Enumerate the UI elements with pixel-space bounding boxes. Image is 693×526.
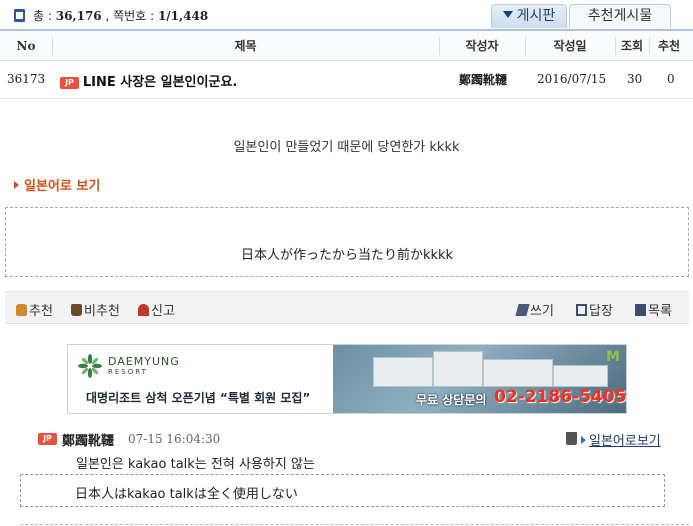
- comment-time: 07-15 16:04:30: [128, 432, 221, 446]
- reply-label: 답장: [589, 304, 613, 319]
- column-views: 조회: [615, 31, 649, 61]
- comment-item: JP 鄭躅靴韆 07-15 16:04:30 일본어로보기 일본인은 kakao…: [20, 426, 689, 526]
- post-count: 총 : 36,176 , 쪽번호 : 1/1,448: [33, 7, 208, 24]
- column-title: 제목: [52, 31, 439, 61]
- not-recommend-button[interactable]: 비추천: [71, 300, 120, 319]
- post-title-link[interactable]: JP LINE 사장은 일본인이군요.: [60, 71, 237, 90]
- view-japanese-label: 일본어로 보기: [24, 179, 101, 194]
- ad-banner[interactable]: DAEMYUNG RESORT 대명리조트 삼척 오픈기념 “특별 회원 모집”…: [67, 344, 627, 414]
- reply-icon: [576, 304, 587, 316]
- siren-icon: [138, 304, 149, 316]
- comment-divider: [20, 524, 689, 525]
- ad-brand-sub: RESORT: [108, 368, 148, 376]
- list-button[interactable]: 목록: [635, 300, 672, 319]
- comment-jp-badge: JP: [38, 433, 57, 445]
- pencil-icon: [515, 304, 530, 316]
- not-recommend-label: 비추천: [84, 304, 120, 319]
- report-button[interactable]: 신고: [138, 300, 175, 319]
- recommend-button[interactable]: 추천: [16, 300, 53, 319]
- board-info-bar: 총 : 36,176 , 쪽번호 : 1/1,448 게시판 추천게시물: [0, 0, 693, 30]
- triangle-right-icon: [581, 436, 586, 444]
- post-author[interactable]: 鄭躅靴韆: [459, 71, 507, 88]
- column-author: 작성자: [439, 31, 525, 61]
- tab-recommended-label: 추천게시물: [587, 8, 653, 24]
- tab-recommended[interactable]: 추천게시물: [569, 4, 671, 28]
- list-label: 목록: [648, 304, 672, 319]
- trash-icon[interactable]: [566, 432, 577, 445]
- ad-headline: 대명리조트 삼척 오픈기념 “특별 회원 모집”: [86, 391, 311, 405]
- list-icon: [635, 304, 646, 316]
- japanese-translation-box: 日本人が作ったから当たり前かkkkk: [5, 207, 689, 277]
- jp-flag-badge: JP: [60, 77, 79, 89]
- post-views: 30: [627, 72, 643, 86]
- post-action-bar: 추천 비추천 신고 쓰기 답장 목록: [5, 291, 689, 324]
- view-japanese-toggle[interactable]: 일본어로 보기: [14, 175, 100, 194]
- total-label: 총 :: [33, 9, 52, 23]
- column-date: 작성일: [525, 31, 615, 61]
- document-icon: [14, 9, 25, 22]
- tab-board[interactable]: 게시판: [491, 4, 567, 28]
- comment-view-japanese-label: 일본어로보기: [589, 434, 661, 449]
- resort-logo-icon: [78, 354, 102, 378]
- comment-author[interactable]: 鄭躅靴韆: [62, 430, 114, 449]
- total-count: 36,176: [55, 9, 102, 23]
- ad-brand: DAEMYUNG: [108, 355, 180, 368]
- post-recommends: 0: [667, 72, 675, 86]
- page-label: , 쪽번호 :: [105, 9, 155, 23]
- post-body-japanese: 日本人が作ったから当たり前かkkkk: [240, 248, 454, 263]
- post-body: 일본인이 만들었기 때문에 당연한가 kkkk: [233, 140, 460, 155]
- ad-phone-number: 02-2186-5405: [494, 387, 627, 407]
- post-title: LINE 사장은 일본인이군요.: [82, 75, 238, 90]
- column-no: No: [16, 39, 36, 53]
- row-no: 36173: [7, 72, 46, 86]
- comment-view-japanese-link[interactable]: 일본어로보기: [581, 430, 661, 449]
- page-value: 1/1,448: [157, 9, 209, 23]
- table-row: 36173 JP LINE 사장은 일본인이군요. 鄭躅靴韆 2016/07/1…: [0, 61, 693, 99]
- post-date: 2016/07/15: [537, 72, 607, 86]
- column-recommends: 추천: [649, 31, 689, 61]
- thumbs-up-icon: [16, 304, 27, 316]
- comment-text: 일본인은 kakao talk는 전혀 사용하지 않는: [76, 457, 315, 472]
- thumbs-down-icon: [71, 304, 82, 316]
- triangle-right-icon: [14, 181, 19, 189]
- comment-japanese-box: 日本人はkakao talkは全く使用しない: [20, 474, 665, 507]
- write-label: 쓰기: [530, 304, 554, 319]
- table-header: No 제목 작성자 작성일 조회 추천: [0, 29, 693, 61]
- tab-board-label: 게시판: [516, 8, 556, 24]
- recommend-label: 추천: [29, 304, 53, 319]
- report-label: 신고: [151, 304, 175, 319]
- ad-corner-logo: M: [606, 349, 620, 365]
- comment-text-japanese: 日本人はkakao talkは全く使用しない: [75, 487, 298, 502]
- write-button[interactable]: 쓰기: [515, 300, 554, 319]
- ad-phone-label: 무료 상담문의: [416, 393, 487, 407]
- caret-down-icon: [502, 11, 513, 18]
- reply-button[interactable]: 답장: [576, 300, 613, 319]
